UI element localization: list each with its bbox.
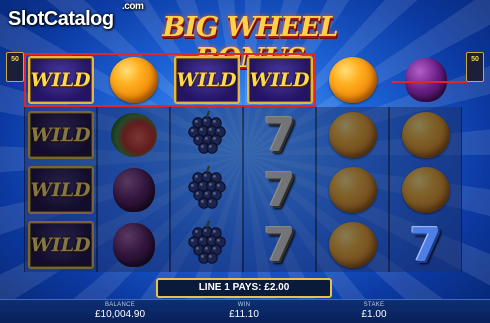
balance-display: BALANCE £10,004.90 <box>60 302 180 320</box>
grapes-symbol <box>184 164 230 215</box>
seven-symbol: 7 <box>409 217 442 272</box>
seven-symbol: 7 <box>263 162 296 217</box>
grapes-symbol <box>184 219 230 270</box>
reel-cell <box>170 162 243 217</box>
stake-value: £1.00 <box>361 309 387 320</box>
reel-cell <box>97 217 170 272</box>
watermelon-symbol <box>110 112 157 157</box>
status-bar: BALANCE £10,004.90 WIN £11.10 STAKE £1.0… <box>0 299 490 323</box>
reel-cell: WILD <box>24 52 97 107</box>
reel-cell: 7 <box>243 217 316 272</box>
reel-cell: 7 <box>243 107 316 162</box>
wild-symbol: WILD <box>27 165 94 214</box>
win-label: WIN <box>237 302 251 308</box>
reel-cell <box>170 107 243 162</box>
reel-cell <box>316 107 389 162</box>
win-display: WIN £11.10 <box>184 302 304 320</box>
reel-cell: 7 <box>243 162 316 217</box>
wild-symbol: WILD <box>27 220 94 269</box>
reel-cell <box>97 107 170 162</box>
plum-symbol <box>112 167 155 212</box>
wild-symbol: WILD <box>27 110 94 159</box>
payline-marker-left: 50 <box>6 52 24 82</box>
reel-cell <box>389 107 462 162</box>
watermark-text: SlotCatalog <box>8 8 114 30</box>
balance-label: BALANCE <box>104 302 136 308</box>
wild-symbol: WILD <box>246 55 313 104</box>
orange-symbol <box>328 221 377 268</box>
plum-symbol <box>404 57 447 102</box>
grapes-symbol <box>184 109 230 160</box>
win-value: £11.10 <box>229 309 259 320</box>
reel-cell <box>316 162 389 217</box>
seven-symbol: 7 <box>263 217 296 272</box>
wild-symbol: WILD <box>27 55 94 104</box>
reel-cell <box>97 52 170 107</box>
orange-symbol <box>328 166 377 213</box>
reel-cell <box>97 162 170 217</box>
orange-symbol <box>328 56 377 103</box>
reel-cell <box>316 217 389 272</box>
stake-display: STAKE £1.00 <box>314 302 434 320</box>
reel-cell: 7 <box>389 217 462 272</box>
reel-cell: WILD <box>170 52 243 107</box>
reel-cell <box>170 217 243 272</box>
payline-marker-right: 50 <box>466 52 484 82</box>
orange-symbol <box>109 56 158 103</box>
reel-cell <box>316 52 389 107</box>
reel-grid: WILD WILD WILD WILD 7 WILD 7 WILD 7 7 <box>24 52 464 272</box>
reel-cell: WILD <box>24 107 97 162</box>
reel-cell: WILD <box>243 52 316 107</box>
watermark-logo: SlotCatalog .com <box>8 1 144 31</box>
win-message: LINE 1 PAYS: £2.00 <box>156 278 332 298</box>
orange-symbol <box>401 111 450 158</box>
reel-cell: WILD <box>24 217 97 272</box>
reel-cell <box>389 162 462 217</box>
reel-cell: WILD <box>24 162 97 217</box>
payline-count-left: 50 <box>11 56 19 63</box>
payline-indicator <box>392 81 467 83</box>
orange-symbol <box>328 111 377 158</box>
payline-count-right: 50 <box>471 56 479 63</box>
reel-cell <box>389 52 462 107</box>
balance-value: £10,004.90 <box>94 309 146 320</box>
seven-symbol: 7 <box>263 107 296 162</box>
plum-symbol <box>112 222 155 267</box>
wild-symbol: WILD <box>173 55 240 104</box>
stake-label: STAKE <box>363 302 385 308</box>
watermark-suffix: .com <box>122 1 144 12</box>
orange-symbol <box>401 166 450 213</box>
